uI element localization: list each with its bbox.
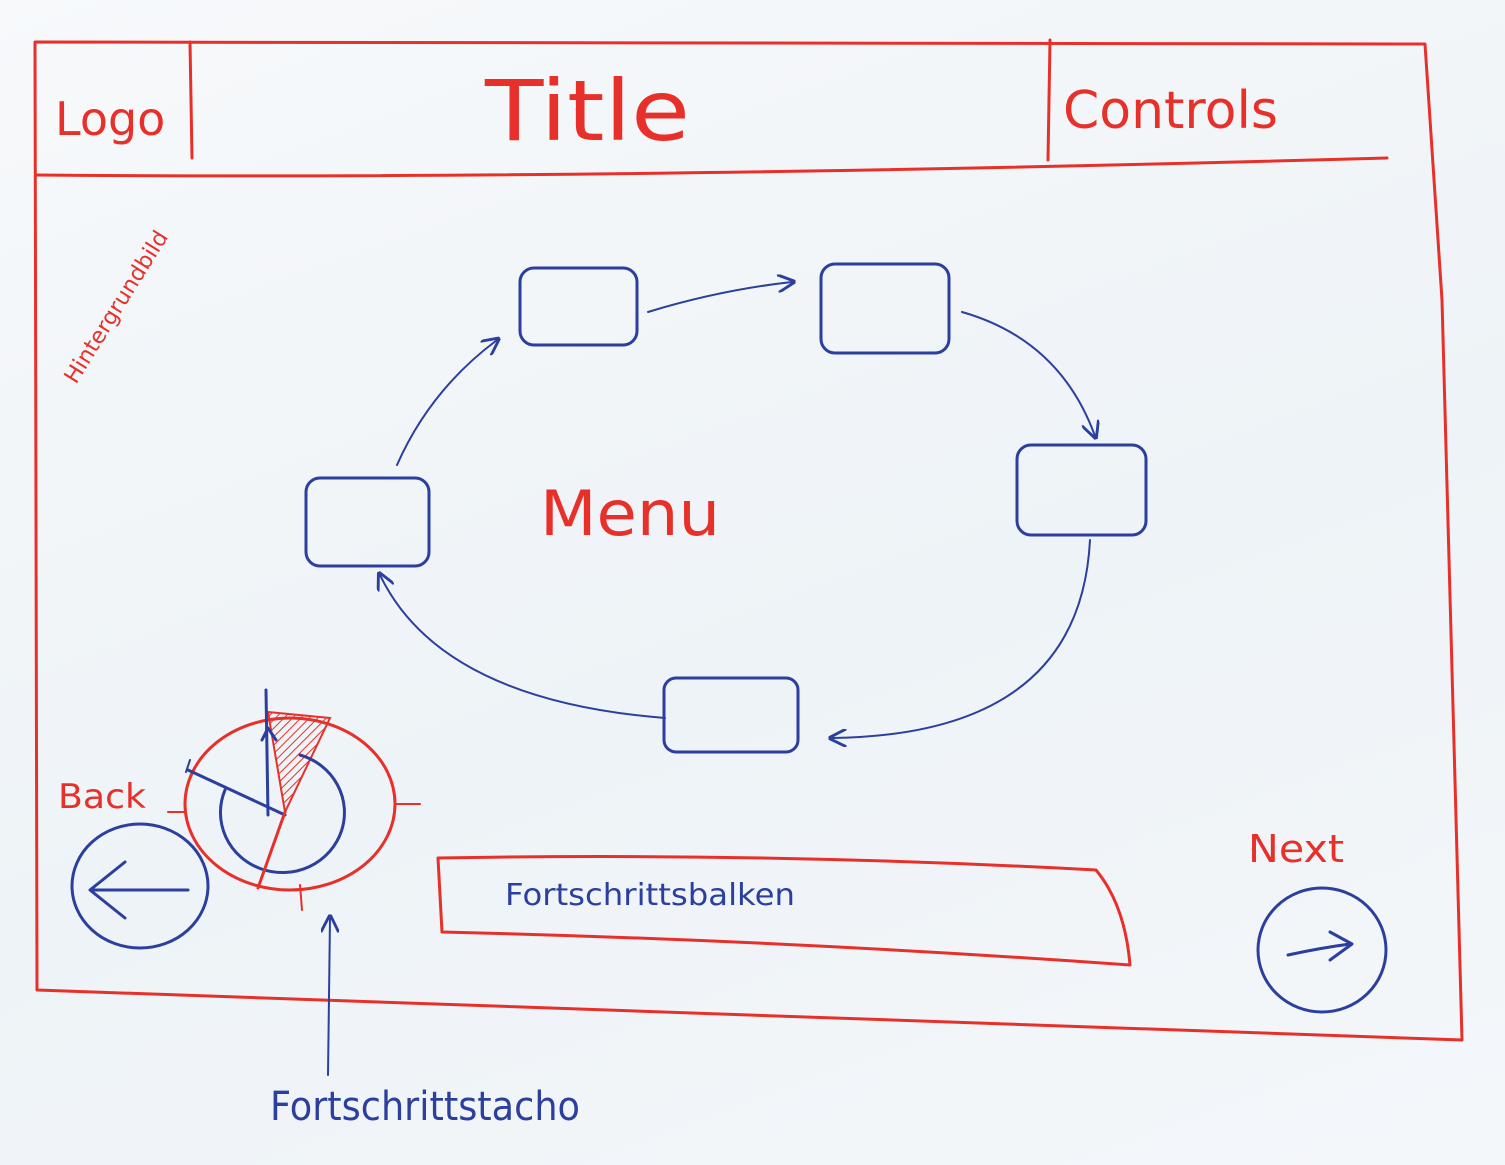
gauge-callout: Fortschrittstacho bbox=[270, 918, 580, 1130]
menu-arrow-2 bbox=[961, 311, 1095, 436]
progress-bar: Fortschrittsbalken bbox=[436, 855, 1132, 967]
gauge-callout-label: Fortschrittstacho bbox=[270, 1084, 580, 1130]
menu-ring: Menu bbox=[304, 262, 1148, 754]
page-title: Title bbox=[484, 62, 690, 160]
menu-arrow-5 bbox=[396, 340, 497, 466]
header-divider-right bbox=[1046, 38, 1052, 162]
progress-gauge[interactable] bbox=[167, 688, 421, 911]
menu-item-4[interactable] bbox=[662, 676, 800, 754]
menu-item-5[interactable] bbox=[304, 476, 431, 568]
menu-arrow-3 bbox=[832, 539, 1091, 738]
progress-bar-label: Fortschrittsbalken bbox=[505, 878, 795, 913]
header-divider-left bbox=[188, 40, 194, 160]
menu-item-2[interactable] bbox=[819, 262, 951, 355]
logo[interactable]: Logo bbox=[55, 92, 165, 146]
back-button[interactable] bbox=[70, 822, 210, 950]
menu-label: Menu bbox=[540, 477, 720, 550]
whiteboard: Logo Title Controls Hintergrundbild Menu… bbox=[0, 0, 1505, 1165]
next-control[interactable]: Next bbox=[1248, 827, 1388, 1014]
next-label: Next bbox=[1248, 827, 1344, 871]
wireframe-sketch: Logo Title Controls Hintergrundbild Menu… bbox=[33, 38, 1464, 1130]
header-bottom-line bbox=[35, 156, 1389, 178]
header-bar: Logo Title Controls bbox=[35, 38, 1389, 178]
next-button[interactable] bbox=[1256, 886, 1388, 1014]
gauge-progress-fill bbox=[266, 710, 332, 816]
back-label: Back bbox=[58, 777, 146, 817]
menu-arrow-4 bbox=[380, 575, 666, 719]
controls-area[interactable]: Controls bbox=[1063, 81, 1278, 141]
menu-arrow-1 bbox=[647, 282, 792, 313]
gauge-callout-arrow bbox=[328, 918, 330, 1076]
menu-item-3[interactable] bbox=[1015, 443, 1148, 537]
arrow-left-icon bbox=[88, 860, 190, 920]
background-image-label: Hintergrundbild bbox=[60, 227, 174, 389]
arrow-right-icon bbox=[1286, 930, 1354, 962]
menu-item-1[interactable] bbox=[518, 266, 639, 347]
